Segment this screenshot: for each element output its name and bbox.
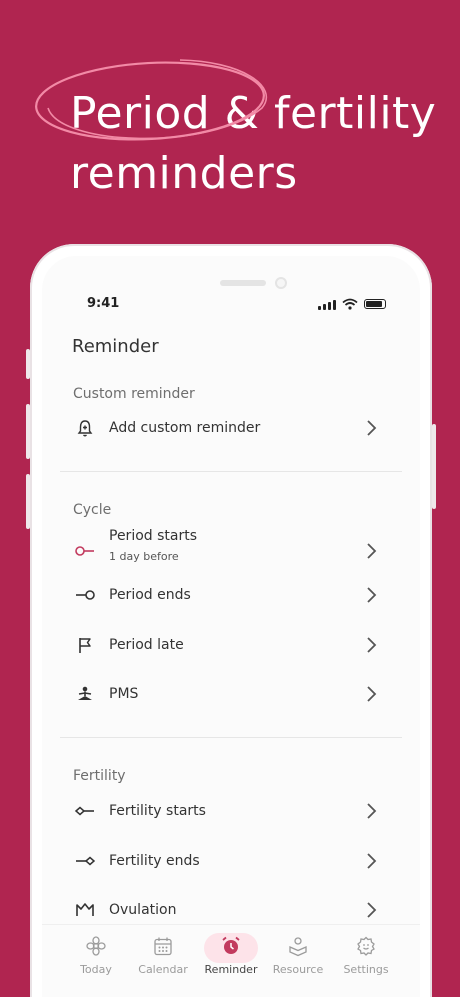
bell-plus-icon [74,417,96,439]
row-label: Fertility ends [109,853,200,869]
fertility-start-icon [74,800,96,822]
settings-face-icon [357,936,375,956]
row-label: Add custom reminder [109,420,261,436]
headline: Period & fertility reminders [70,84,436,204]
row-pms[interactable]: PMS [42,674,420,714]
wifi-icon [342,298,358,310]
mute-switch [26,349,30,379]
chevron-right-icon [367,587,377,603]
row-label: Period late [109,637,184,653]
page-title: Reminder [72,336,159,357]
row-fertility-starts[interactable]: Fertility starts [42,791,420,831]
tab-label: Resource [272,963,324,976]
battery-icon [364,299,386,309]
period-end-icon [74,584,96,606]
phone-screen: 9:41 Reminder Custom reminder Add custom… [42,256,420,997]
chevron-right-icon [367,420,377,436]
fertility-end-icon [74,850,96,872]
tab-label: Calendar [138,963,188,976]
headline-line-1: Period & fertility [70,88,437,139]
resource-icon [289,937,307,957]
power-button [432,424,436,509]
tab-label: Reminder [204,963,258,976]
tab-today[interactable]: Today [64,935,128,976]
row-label: PMS [109,686,139,702]
divider [60,471,402,472]
meditation-icon [74,683,96,705]
row-period-ends[interactable]: Period ends [42,575,420,615]
row-period-late[interactable]: Period late [42,625,420,665]
headline-line-2: reminders [70,148,298,199]
chevron-right-icon [367,853,377,869]
flower-icon [86,936,106,956]
alarm-clock-icon [222,936,240,954]
chevron-right-icon [367,686,377,702]
row-label: Period starts [109,528,198,544]
status-bar: 9:41 [42,296,420,316]
divider [60,737,402,738]
tab-settings[interactable]: Settings [334,935,398,976]
row-label: Period ends [109,587,191,603]
speaker-grille [220,280,266,286]
calendar-icon [154,937,172,956]
tab-resource[interactable]: Resource [266,935,330,976]
section-label-fertility: Fertility [73,768,126,784]
row-sublabel: 1 day before [109,550,179,563]
volume-up-button [26,404,30,459]
volume-down-button [26,474,30,529]
tab-label: Today [80,963,112,976]
section-label-cycle: Cycle [73,502,112,518]
chevron-right-icon [367,543,377,559]
section-label-custom: Custom reminder [73,386,195,402]
front-camera [275,277,287,289]
status-time: 9:41 [87,296,120,311]
chevron-right-icon [367,803,377,819]
signal-icon [318,299,336,310]
row-add-custom-reminder[interactable]: Add custom reminder [42,408,420,448]
tab-reminder[interactable]: Reminder [199,933,263,976]
row-fertility-ends[interactable]: Fertility ends [42,841,420,881]
flag-icon [74,634,96,656]
chevron-right-icon [367,902,377,918]
tab-bar: Today Calendar Reminder Resource Setting… [42,924,420,997]
row-label: Fertility starts [109,803,206,819]
phone-frame: 9:41 Reminder Custom reminder Add custom… [26,244,436,997]
row-label: Ovulation [109,902,177,918]
chevron-right-icon [367,637,377,653]
ovulation-icon [74,899,96,921]
tab-calendar[interactable]: Calendar [131,935,195,976]
tab-label: Settings [343,963,389,976]
period-start-icon [74,540,96,562]
row-period-starts[interactable]: Period starts 1 day before [42,526,420,576]
